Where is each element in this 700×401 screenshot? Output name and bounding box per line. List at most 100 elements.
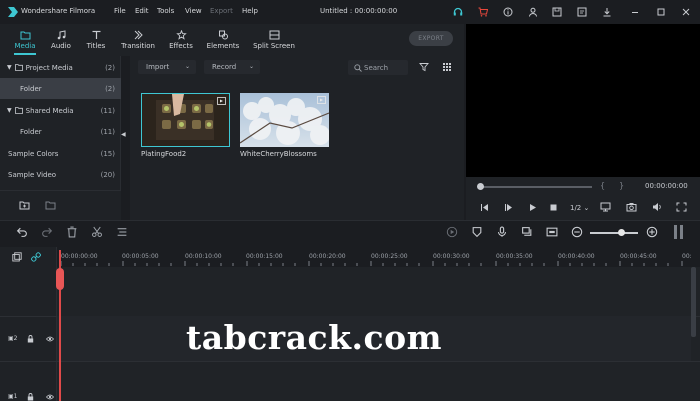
track-divider	[0, 361, 700, 362]
watermark-text: tabcrack.com	[186, 318, 443, 357]
sidebar-item-label: Folder	[20, 127, 42, 136]
search-icon	[354, 63, 362, 72]
tab-elements[interactable]: Elements	[205, 24, 241, 56]
ruler-tick-label: 00:00:10:00	[185, 253, 222, 260]
caret-down-icon: ▼	[7, 107, 12, 114]
import-dropdown[interactable]: Import ⌄	[138, 60, 196, 74]
lock-icon[interactable]	[27, 393, 34, 401]
adjust-icon[interactable]	[116, 226, 128, 238]
zoom-in-icon[interactable]	[646, 226, 658, 238]
stop-icon[interactable]	[549, 203, 558, 212]
quality-selector[interactable]: 1/2 ⌄	[570, 204, 589, 212]
collapse-arrow-icon[interactable]: ◀	[121, 131, 126, 138]
play-icon[interactable]	[528, 203, 537, 212]
volume-icon[interactable]	[652, 202, 663, 212]
play-backward-icon[interactable]	[504, 203, 513, 212]
preview-controls: { } 00:00:00:00 1/2 ⌄	[466, 177, 700, 220]
zoom-slider-track[interactable]	[590, 232, 638, 234]
folder-icon	[20, 31, 30, 40]
monitor-icon[interactable]	[600, 202, 611, 212]
sidebar-item-folder-project[interactable]: Folder (2)	[0, 78, 121, 99]
tab-effects[interactable]: Effects	[166, 24, 196, 56]
eye-icon[interactable]	[46, 336, 54, 342]
menu-export[interactable]: Export	[210, 7, 233, 15]
split-screen-icon	[269, 30, 279, 40]
microphone-icon[interactable]	[496, 226, 508, 238]
tab-media[interactable]: Media	[11, 24, 39, 56]
marker-shield-icon[interactable]	[471, 226, 483, 238]
render-preview-icon[interactable]	[446, 226, 458, 238]
track-2-header: ▣2	[8, 335, 18, 342]
tab-transition[interactable]: Transition	[118, 24, 158, 56]
folder-outline-icon[interactable]	[45, 200, 56, 210]
add-track-icon[interactable]	[12, 252, 22, 262]
previous-frame-icon[interactable]	[480, 203, 489, 212]
subtitle-icon[interactable]	[546, 226, 558, 238]
voiceover-icon[interactable]	[521, 226, 533, 238]
menu-file[interactable]: File	[114, 7, 126, 15]
menu-edit[interactable]: Edit	[135, 7, 149, 15]
tab-effects-label: Effects	[169, 42, 193, 50]
delete-icon[interactable]	[66, 226, 78, 238]
tab-titles[interactable]: Titles	[82, 24, 110, 56]
filter-icon[interactable]	[419, 62, 429, 72]
account-icon[interactable]	[526, 5, 540, 19]
mark-out-bracket[interactable]: }	[619, 181, 624, 190]
clip-preview-image	[239, 93, 330, 147]
headset-icon[interactable]	[451, 5, 465, 19]
tab-elements-label: Elements	[206, 42, 240, 50]
export-button[interactable]: EXPORT	[409, 31, 453, 46]
close-icon[interactable]	[679, 5, 693, 19]
clip-thumbnail-whitecherryblossoms[interactable]	[239, 93, 330, 147]
scissors-icon[interactable]	[91, 226, 103, 238]
menu-view[interactable]: View	[185, 7, 202, 15]
track-number: 1	[13, 393, 18, 400]
ruler-tick-label: 00:00:30:00	[433, 253, 470, 260]
sidebar-item-shared-media[interactable]: ▼ Shared Media (11)	[0, 100, 121, 121]
sidebar-item-project-media[interactable]: ▼ Project Media (2)	[0, 57, 121, 78]
menu-help[interactable]: Help	[242, 7, 258, 15]
mark-in-bracket[interactable]: {	[600, 181, 605, 190]
snapshot-camera-icon[interactable]	[626, 202, 637, 212]
timeline-panel-handle[interactable]	[674, 225, 677, 239]
sidebar-item-sample-video[interactable]: Sample Video (20)	[0, 164, 121, 185]
record-label: Record	[212, 63, 237, 71]
tab-audio[interactable]: Audio	[47, 24, 75, 56]
eye-icon[interactable]	[46, 394, 54, 400]
sidebar-item-count: (2)	[105, 63, 115, 72]
menu-tools[interactable]: Tools	[157, 7, 174, 15]
download-icon[interactable]	[600, 5, 614, 19]
chevron-down-icon: ⌄	[583, 204, 590, 212]
tab-split-screen[interactable]: Split Screen	[251, 24, 297, 56]
sidebar-item-count: (2)	[105, 84, 115, 93]
track-headers	[0, 247, 57, 401]
grid-view-icon[interactable]	[442, 62, 452, 72]
cart-icon[interactable]	[476, 5, 490, 19]
clip-name-whitecherryblossoms: WhiteCherryBlossoms	[240, 150, 317, 158]
preview-progress-track[interactable]	[479, 186, 592, 188]
sidebar-item-sample-colors[interactable]: Sample Colors (15)	[0, 143, 121, 164]
maximize-icon[interactable]	[654, 5, 668, 19]
sidebar-item-folder-shared[interactable]: Folder (11)	[0, 121, 121, 142]
link-icon[interactable]	[31, 252, 41, 262]
fullscreen-icon[interactable]	[676, 202, 687, 212]
undo-icon[interactable]	[16, 226, 28, 238]
sidebar-item-count: (15)	[100, 149, 115, 158]
record-dropdown[interactable]: Record ⌄	[204, 60, 260, 74]
zoom-out-icon[interactable]	[571, 226, 583, 238]
playhead-handle[interactable]	[56, 268, 64, 290]
new-folder-icon[interactable]	[19, 200, 30, 210]
document-title: Untitled : 00:00:00:00	[320, 7, 398, 15]
preview-scrubber-handle[interactable]	[477, 183, 484, 190]
zoom-slider-handle[interactable]	[618, 229, 625, 236]
message-icon[interactable]	[575, 5, 589, 19]
save-icon[interactable]	[550, 5, 564, 19]
lock-icon[interactable]	[27, 335, 34, 343]
timeline-panel-handle[interactable]	[680, 225, 683, 239]
minimize-icon[interactable]	[628, 5, 642, 19]
info-icon[interactable]	[501, 5, 515, 19]
timeline-scrollbar[interactable]	[691, 267, 696, 337]
search-input[interactable]: Search	[348, 60, 408, 75]
redo-icon[interactable]	[41, 226, 53, 238]
clip-thumbnail-platingfood2[interactable]	[141, 93, 230, 147]
